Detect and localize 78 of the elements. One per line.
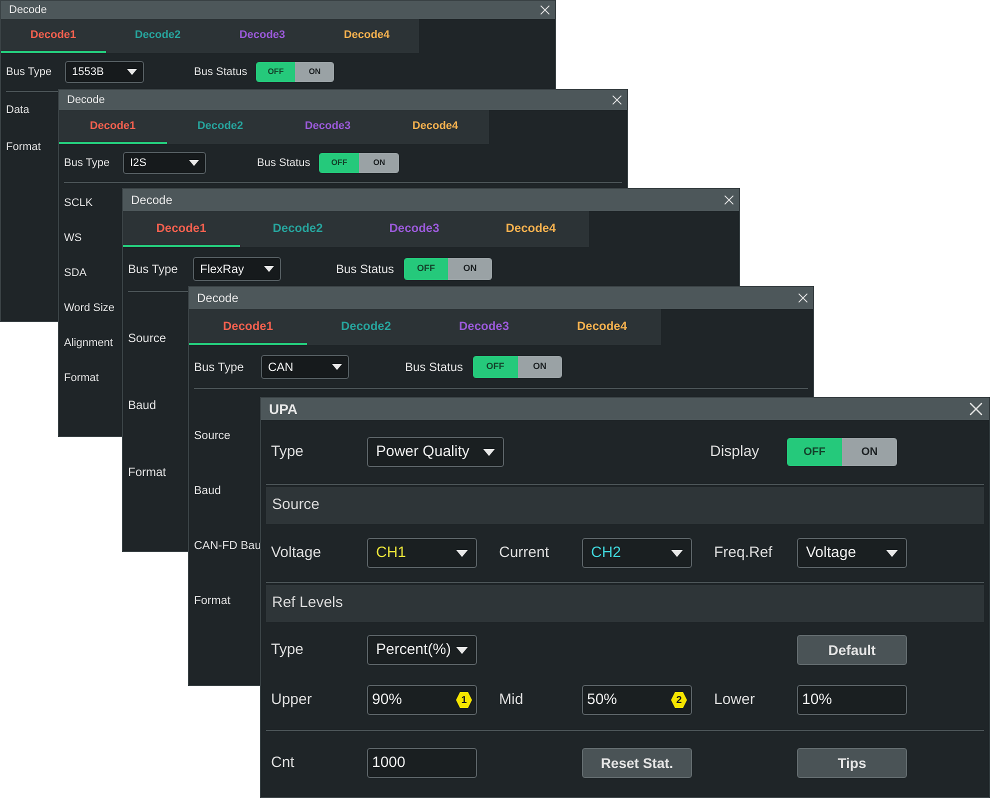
caret-icon — [483, 448, 495, 456]
caret-icon — [671, 550, 683, 556]
field-label: Baud — [128, 396, 156, 414]
decode-tab[interactable]: Decode4 — [543, 309, 661, 345]
input-field[interactable]: 90% 1 — [367, 685, 477, 715]
field-label: WS — [64, 231, 82, 246]
field-label: Alignment — [64, 336, 113, 352]
input-field[interactable]: 1000 — [367, 748, 477, 778]
decode-tab[interactable]: Decode1 — [189, 309, 307, 345]
decode-tab[interactable]: Decode2 — [106, 19, 210, 53]
window-title: Decode — [197, 290, 238, 307]
field-label: Source — [194, 428, 230, 444]
bus-type-label: Bus Type — [64, 156, 111, 171]
window-title: Decode — [67, 92, 105, 108]
decode-tab[interactable]: Decode2 — [166, 110, 274, 144]
decode-tab[interactable]: Decode1 — [1, 19, 106, 53]
field-label: Format — [194, 594, 230, 609]
field-label: Type — [271, 640, 305, 660]
select-dropdown[interactable]: CH1 — [367, 538, 477, 568]
field-label: Format — [6, 140, 41, 156]
caret-icon — [886, 550, 898, 556]
decode-tab[interactable]: Decode4 — [314, 19, 419, 53]
input-field[interactable]: 10% — [797, 685, 907, 715]
field-label: SCLK — [64, 196, 93, 212]
caret-icon — [189, 160, 199, 166]
field-label: Current — [499, 542, 550, 563]
field-label: Format — [64, 371, 99, 386]
field-label: Word Size — [64, 301, 115, 316]
caret-icon — [456, 646, 468, 654]
select-dropdown[interactable]: CH2 — [582, 538, 692, 568]
caret-icon — [456, 550, 468, 556]
decode-tab[interactable]: Decode1 — [59, 110, 166, 144]
field-label: Voltage — [271, 542, 322, 563]
type-dropdown[interactable]: Power Quality — [367, 437, 504, 467]
type-label: Type — [271, 442, 305, 462]
field-label: Upper — [271, 690, 313, 710]
decode-tab[interactable]: Decode4 — [472, 211, 589, 247]
decode-tab[interactable]: Decode4 — [382, 110, 489, 144]
field-label: Baud — [194, 484, 221, 499]
field-label: Data — [6, 103, 30, 118]
bus-status-label: Bus Status — [194, 64, 248, 80]
input-field[interactable]: 50% 2 — [582, 685, 692, 715]
bus-type-label: Bus Type — [6, 64, 53, 80]
decode-tab[interactable]: Decode1 — [123, 211, 240, 247]
action-button[interactable]: Default — [797, 635, 907, 665]
field-label: Lower — [714, 690, 756, 710]
field-label: Format — [128, 464, 166, 480]
display-label: Display — [710, 442, 760, 462]
action-button[interactable]: Tips — [797, 748, 907, 778]
bus-status-label: Bus Status — [336, 261, 394, 278]
field-label: Cnt — [271, 752, 296, 773]
bus-type-label: Bus Type — [128, 261, 179, 278]
bus-status-label: Bus Status — [257, 156, 310, 171]
field-label: Freq.Ref — [714, 542, 774, 563]
window-title: UPA — [269, 400, 298, 418]
bus-type-dropdown[interactable]: I2S — [123, 152, 206, 174]
bus-type-dropdown[interactable]: FlexRay — [193, 257, 281, 281]
action-button[interactable]: Reset Stat. — [582, 748, 692, 778]
bus-type-label: Bus Type — [194, 358, 245, 376]
field-label: Source — [128, 330, 166, 346]
select-dropdown[interactable]: Percent(%) — [367, 635, 477, 665]
field-label: Mid — [499, 690, 524, 710]
marker-badge: 2 — [671, 692, 687, 708]
caret-icon — [127, 69, 137, 75]
field-label: SDA — [64, 266, 87, 282]
marker-badge: 1 — [456, 692, 472, 708]
bus-type-dropdown[interactable]: 1553B — [65, 61, 144, 83]
caret-icon — [264, 266, 274, 272]
caret-icon — [332, 364, 342, 370]
section-title: Source — [272, 495, 320, 516]
bus-type-dropdown[interactable]: CAN — [261, 354, 349, 378]
select-dropdown[interactable]: Voltage — [797, 538, 907, 568]
decode-tab[interactable]: Decode2 — [307, 309, 425, 345]
section-title: Ref Levels — [272, 593, 343, 614]
bus-status-label: Bus Status — [405, 358, 464, 376]
decode-tab[interactable]: Decode2 — [240, 211, 356, 247]
window-title: Decode — [131, 192, 172, 209]
window-title: Decode — [9, 2, 47, 18]
